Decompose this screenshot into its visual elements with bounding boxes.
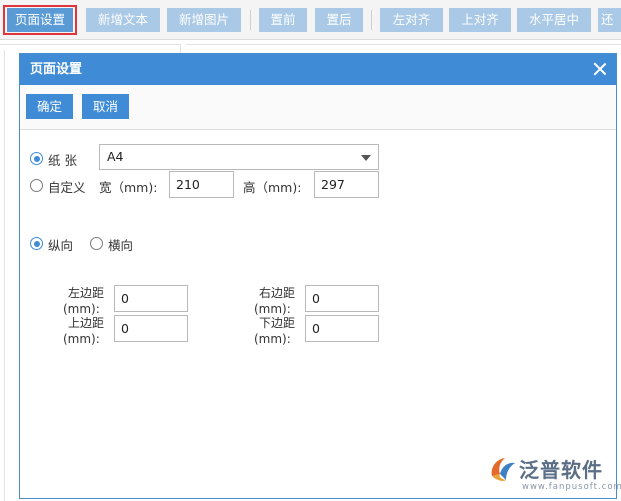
bottom-margin-label: 下边距 (259, 316, 296, 330)
highlight-box (3, 5, 77, 35)
width-input[interactable] (169, 171, 234, 198)
toolbar-divider (371, 10, 372, 30)
brand-watermark: 泛普软件 www.fanpusoft.com (486, 452, 621, 498)
right-margin-label: 右边距 (259, 286, 296, 300)
custom-label: 自定义 (48, 180, 86, 195)
paper-size-value: A4 (107, 149, 124, 164)
right-margin-input[interactable] (305, 285, 379, 312)
toolbar-divider (250, 10, 251, 30)
paper-size-select[interactable]: A4 (99, 144, 379, 170)
close-icon[interactable] (592, 61, 608, 77)
portrait-label: 纵向 (48, 238, 74, 253)
bottom-margin-input[interactable] (305, 315, 379, 342)
align-top-button[interactable]: 上对齐 (449, 8, 511, 32)
workspace-divider (4, 50, 5, 501)
landscape-label: 横向 (108, 238, 134, 253)
landscape-radio[interactable] (90, 237, 103, 250)
dialog-action-bar: 确定 取消 (20, 85, 616, 130)
left-margin-label: 左边距 (68, 286, 105, 300)
bottom-margin-unit: (mm): (254, 332, 291, 346)
confirm-button[interactable]: 确定 (26, 94, 73, 119)
dialog-header: 页面设置 (20, 54, 616, 85)
center-horizontal-button[interactable]: 水平居中 (517, 8, 591, 32)
custom-radio[interactable] (30, 179, 43, 192)
add-text-button[interactable]: 新增文本 (86, 8, 160, 32)
paper-label: 纸 张 (48, 153, 77, 168)
align-left-button[interactable]: 左对齐 (380, 8, 443, 32)
workspace-divider (186, 44, 621, 45)
top-margin-unit: (mm): (63, 332, 100, 346)
cancel-button[interactable]: 取消 (82, 94, 129, 119)
workspace-divider (0, 44, 180, 45)
portrait-radio[interactable] (30, 237, 43, 250)
chevron-down-icon (361, 155, 371, 161)
brand-url: www.fanpusoft.com (522, 482, 621, 492)
left-margin-input[interactable] (114, 285, 188, 312)
width-label: 宽（mm): (99, 180, 158, 195)
add-image-button[interactable]: 新增图片 (167, 8, 241, 32)
dialog-title: 页面设置 (30, 62, 83, 77)
bring-front-button[interactable]: 置前 (259, 8, 307, 32)
paper-radio[interactable] (30, 152, 43, 165)
height-label: 高（mm): (243, 180, 302, 195)
restore-button[interactable]: 还 (598, 8, 621, 32)
page-setup-dialog: 页面设置 确定 取消 纸 张 A4 自定义 宽（mm): 高（mm): 纵向 横… (19, 53, 617, 499)
brand-name: 泛普软件 (519, 458, 603, 482)
top-margin-input[interactable] (114, 315, 188, 342)
top-margin-label: 上边距 (68, 316, 105, 330)
send-back-button[interactable]: 置后 (315, 8, 363, 32)
brand-logo-icon (491, 458, 515, 481)
toolbar: 页面设置 新增文本 新增图片 置前 置后 左对齐 上对齐 水平居中 还 (0, 0, 621, 40)
height-input[interactable] (314, 171, 379, 198)
